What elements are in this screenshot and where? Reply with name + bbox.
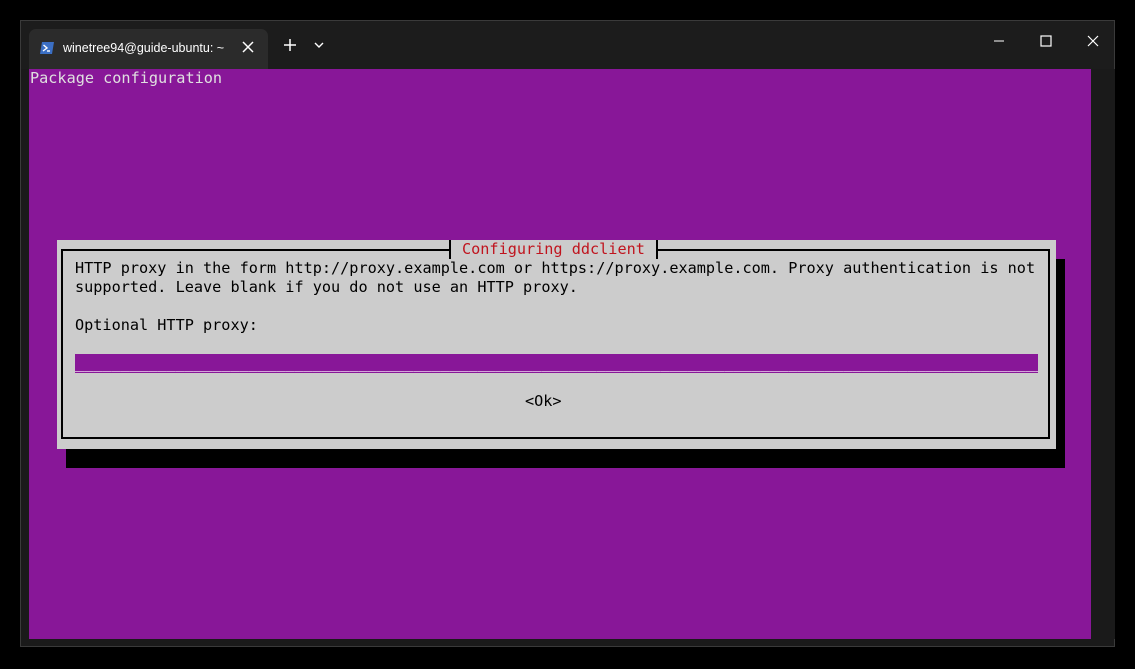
close-icon[interactable] [1070, 29, 1116, 53]
http-proxy-input[interactable]: ________________________________________… [75, 354, 1038, 373]
package-configuration-backtitle: Package configuration [30, 69, 223, 87]
tab-title: winetree94@guide-ubuntu: ~ [63, 41, 225, 55]
input-underline: ________________________________________… [75, 354, 1038, 372]
description-line-2: supported. Leave blank if you do not use… [75, 278, 578, 296]
ok-button[interactable]: <Ok> [525, 392, 562, 411]
configuration-dialog: Configuring ddclient HTTP proxy in the f… [57, 240, 1056, 449]
proxy-prompt-label: Optional HTTP proxy: [75, 316, 258, 334]
tab-close-icon[interactable] [240, 39, 256, 55]
dialog-description: HTTP proxy in the form http://proxy.exam… [75, 259, 1035, 335]
powershell-prompt-icon [40, 41, 54, 54]
description-line-1: HTTP proxy in the form http://proxy.exam… [75, 259, 1036, 277]
terminal-viewport[interactable]: Package configuration Configuring ddclie… [29, 69, 1091, 639]
maximize-icon[interactable] [1023, 29, 1069, 53]
title-bar: winetree94@guide-ubuntu: ~ [21, 21, 1114, 69]
terminal-tab[interactable]: winetree94@guide-ubuntu: ~ [29, 29, 268, 69]
chevron-down-icon[interactable] [311, 37, 327, 53]
terminal-scrollbar[interactable] [1091, 69, 1115, 639]
plus-icon[interactable] [279, 35, 301, 55]
terminal-window: winetree94@guide-ubuntu: ~ Package confi… [20, 20, 1115, 647]
dialog-title: Configuring ddclient [449, 240, 658, 259]
minimize-icon[interactable] [976, 29, 1022, 53]
